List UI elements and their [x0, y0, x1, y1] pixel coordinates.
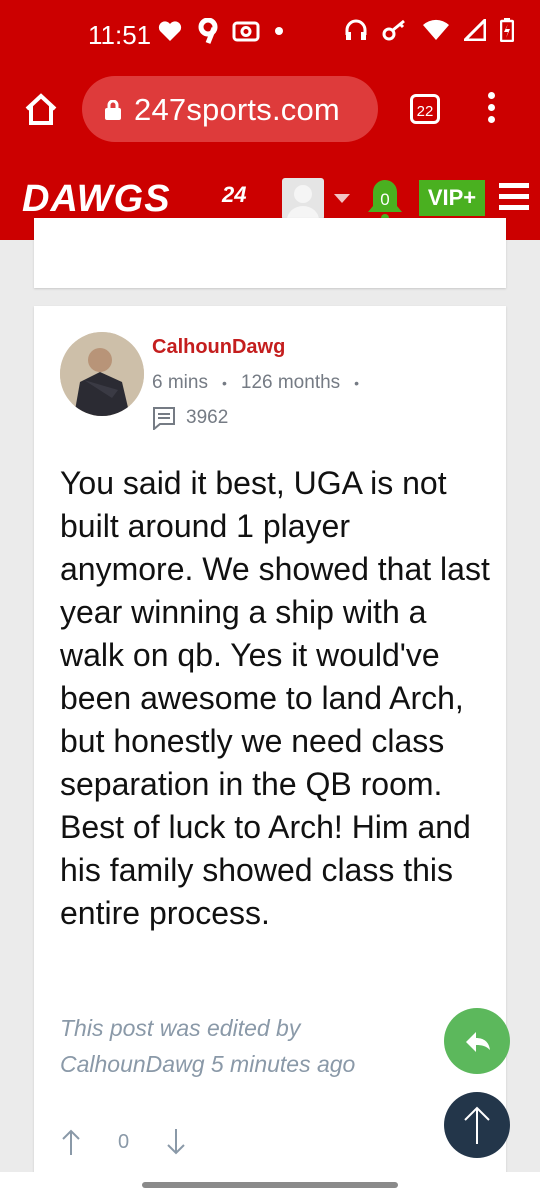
meta-separator: • [221, 375, 227, 391]
username-link[interactable]: CalhounDawg [152, 336, 285, 359]
avatar-photo [60, 332, 144, 416]
wifi-icon [423, 19, 449, 40]
hamburger-menu-icon[interactable] [499, 183, 529, 216]
chevron-down-icon[interactable] [334, 194, 350, 203]
comment-icon [153, 407, 175, 430]
camera-icon [232, 21, 260, 42]
address-bar[interactable]: 247sports.com [82, 76, 378, 142]
reply-button[interactable] [444, 1008, 510, 1074]
site-logo[interactable]: DAWGS [22, 178, 171, 221]
status-bar: 11:51 [0, 0, 540, 72]
user-avatar[interactable] [60, 332, 144, 416]
downvote-arrow-icon[interactable] [165, 1128, 187, 1156]
site-logo-suffix: 24 [222, 182, 247, 207]
user-avatar-placeholder[interactable] [282, 178, 324, 220]
upvote-arrow-icon[interactable] [60, 1128, 82, 1156]
nine-icon [198, 18, 218, 44]
post-time: 6 mins [152, 372, 208, 393]
battery-icon [500, 18, 514, 42]
edited-note: This post was edited by CalhounDawg 5 mi… [60, 1015, 356, 1077]
bell-icon[interactable]: 0 [366, 176, 404, 224]
url-text: 247sports.com [134, 92, 340, 127]
heart-icon [158, 21, 182, 41]
home-icon[interactable] [22, 90, 60, 128]
tab-switcher-button[interactable]: 22 [410, 94, 440, 124]
gesture-handle[interactable] [142, 1182, 398, 1188]
post-meta: 6 mins • 126 months • [152, 372, 359, 394]
user-silhouette-icon [287, 185, 319, 220]
lock-icon [105, 100, 121, 120]
vip-button[interactable]: VIP+ [419, 180, 485, 216]
vote-controls: 0 [60, 1128, 187, 1156]
dot-icon [275, 27, 283, 35]
browser-menu-icon[interactable] [488, 92, 496, 128]
signal-icon [464, 19, 486, 41]
previous-post-card [34, 218, 506, 288]
scroll-to-top-button[interactable] [444, 1092, 510, 1158]
reply-icon [466, 1032, 490, 1052]
post-count: 3962 [186, 407, 229, 428]
arrow-up-icon [464, 1106, 490, 1144]
post-card: CalhounDawg 6 mins • 126 months • 3962 Y… [34, 306, 506, 1200]
post-count-row: 3962 [152, 406, 228, 430]
status-time: 11:51 [88, 20, 152, 50]
headset-icon [345, 19, 367, 40]
browser-toolbar: 247sports.com 22 [0, 72, 540, 148]
notification-count: 0 [380, 190, 389, 209]
post-body: You said it best, UGA is not built aroun… [60, 465, 490, 931]
key-icon [382, 19, 405, 41]
vote-count: 0 [118, 1130, 130, 1153]
meta-separator: • [354, 375, 360, 391]
member-duration: 126 months [240, 372, 341, 393]
